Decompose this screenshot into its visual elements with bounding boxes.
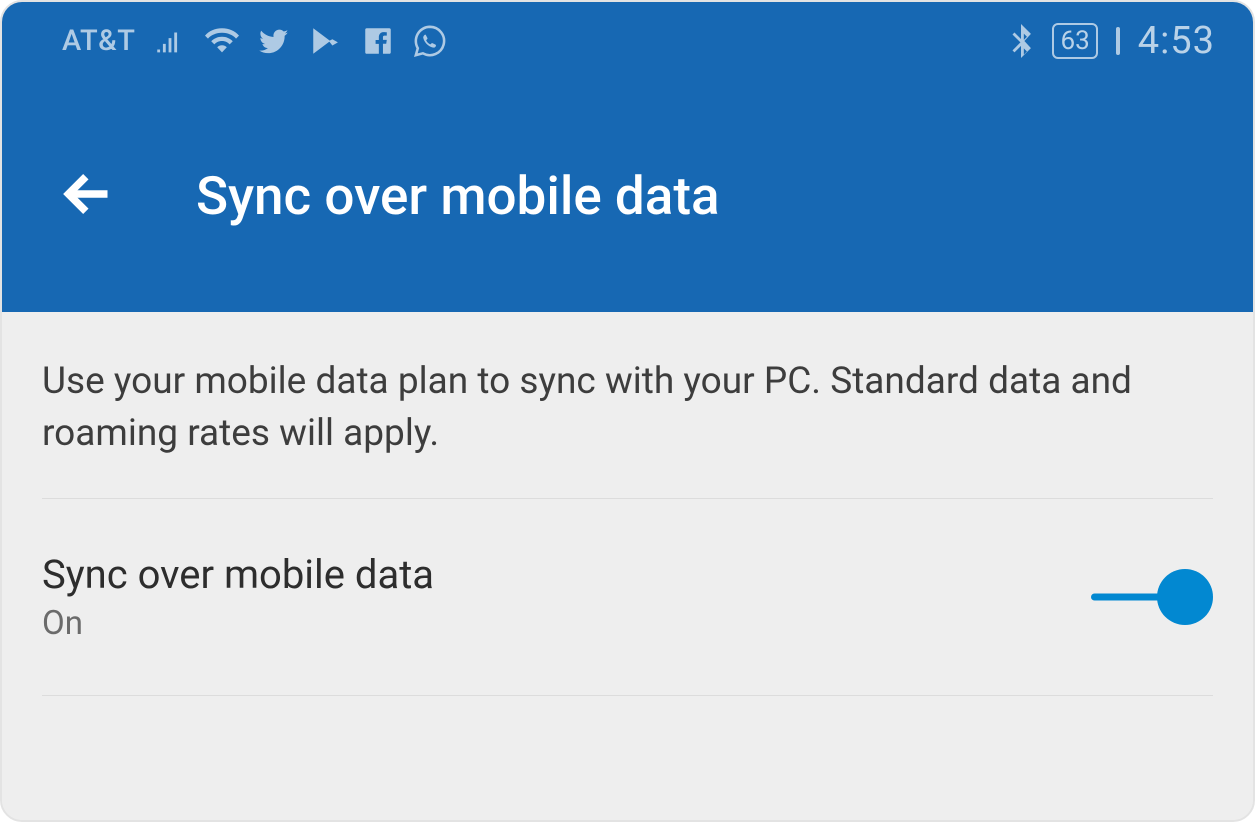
status-bar-left: AT&T bbox=[62, 24, 1004, 58]
clock-time: 4:53 bbox=[1138, 19, 1215, 63]
sync-mobile-data-row[interactable]: Sync over mobile data On bbox=[42, 498, 1213, 696]
setting-status: On bbox=[42, 604, 1063, 643]
carrier-label: AT&T bbox=[62, 24, 135, 58]
battery-tip bbox=[1116, 27, 1120, 55]
sync-toggle[interactable] bbox=[1091, 568, 1201, 626]
content-area: Use your mobile data plan to sync with y… bbox=[2, 312, 1253, 820]
bluetooth-icon bbox=[1004, 24, 1038, 58]
status-bar: AT&T 63 4: bbox=[2, 2, 1253, 80]
setting-label: Sync over mobile data bbox=[42, 551, 1063, 598]
arrow-left-icon bbox=[62, 168, 114, 220]
signal-icon bbox=[153, 24, 187, 58]
setting-text-block: Sync over mobile data On bbox=[42, 551, 1063, 643]
app-header: Sync over mobile data bbox=[2, 80, 1253, 312]
facebook-icon bbox=[361, 24, 395, 58]
status-bar-right: 63 4:53 bbox=[1004, 19, 1215, 63]
screen-container: AT&T 63 4: bbox=[0, 0, 1255, 822]
back-button[interactable] bbox=[62, 168, 114, 224]
battery-indicator: 63 bbox=[1052, 23, 1097, 59]
wifi-icon bbox=[205, 24, 239, 58]
whatsapp-icon bbox=[413, 24, 447, 58]
twitter-icon bbox=[257, 24, 291, 58]
toggle-knob bbox=[1157, 569, 1213, 625]
play-store-icon bbox=[309, 24, 343, 58]
page-title: Sync over mobile data bbox=[196, 165, 720, 227]
setting-description: Use your mobile data plan to sync with y… bbox=[2, 356, 1253, 498]
